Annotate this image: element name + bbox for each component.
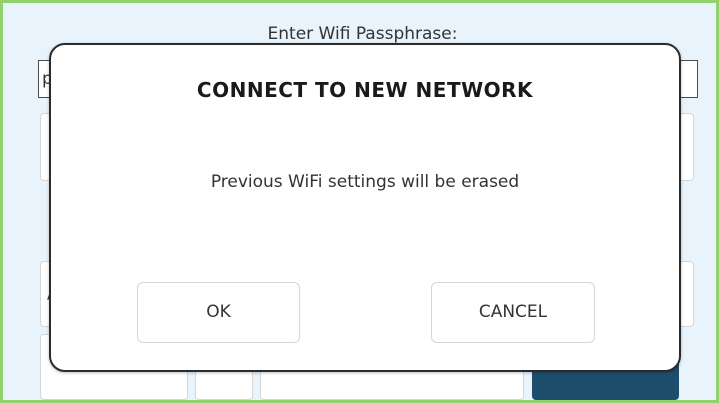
connect-dialog: CONNECT TO NEW NETWORK Previous WiFi set…: [49, 43, 681, 372]
dialog-title: CONNECT TO NEW NETWORK: [196, 78, 534, 102]
cancel-button[interactable]: CANCEL: [431, 282, 595, 343]
dialog-message: Previous WiFi settings will be erased: [210, 172, 520, 192]
ok-button[interactable]: OK: [137, 282, 300, 343]
